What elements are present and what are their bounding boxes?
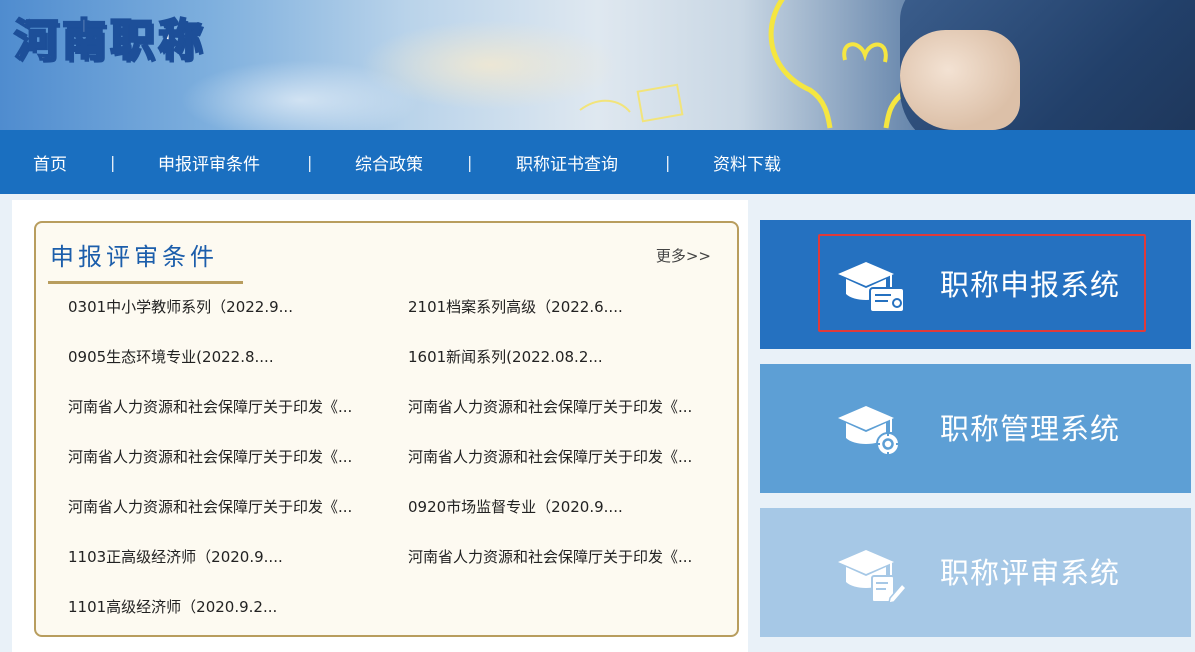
nav-item-downloads[interactable]: 资料下载 <box>713 150 781 175</box>
more-link[interactable]: 更多>> <box>656 245 711 266</box>
nav-item-certificate-query[interactable]: 职称证书查询 <box>516 150 618 175</box>
nav-item-review-conditions[interactable]: 申报评审条件 <box>158 150 260 175</box>
nav-item-home[interactable]: 首页 <box>33 150 67 175</box>
review-system-label: 职称评审系统 <box>940 556 1121 590</box>
list-item[interactable]: 河南省人力资源和社会保障厅关于印发《... <box>68 396 352 417</box>
list-item[interactable]: 0301中小学教师系列（2022.9... <box>68 296 293 317</box>
banner-decor <box>180 60 420 130</box>
panel-title: 申报评审条件 <box>50 243 218 271</box>
nav-separator: | <box>307 152 313 172</box>
management-system-label: 职称管理系统 <box>940 412 1121 446</box>
banner-decor <box>900 30 1020 130</box>
nav-separator: | <box>467 152 473 172</box>
declaration-system-label: 职称申报系统 <box>940 268 1121 302</box>
list-item[interactable]: 2101档案系列高级（2022.6.... <box>408 296 623 317</box>
nav-item-policies[interactable]: 综合政策 <box>355 150 423 175</box>
list-item[interactable]: 河南省人力资源和社会保障厅关于印发《... <box>408 396 692 417</box>
nav-separator: | <box>110 152 116 172</box>
list-item[interactable]: 河南省人力资源和社会保障厅关于印发《... <box>68 496 352 517</box>
review-system-button[interactable]: 职称评审系统 <box>760 508 1191 637</box>
list-item[interactable]: 河南省人力资源和社会保障厅关于印发《... <box>408 546 692 567</box>
graduation-cap-edit-icon <box>838 550 908 604</box>
graduation-cap-gear-icon <box>838 406 900 456</box>
list-item[interactable]: 河南省人力资源和社会保障厅关于印发《... <box>68 446 352 467</box>
list-item[interactable]: 1103正高级经济师（2020.9.... <box>68 546 283 567</box>
list-item[interactable]: 1601新闻系列(2022.08.2... <box>408 346 603 367</box>
list-item[interactable]: 1101高级经济师（2020.9.2... <box>68 596 277 617</box>
list-item[interactable]: 0920市场监督专业（2020.9.... <box>408 496 623 517</box>
review-conditions-panel: 申报评审条件 更多>> 0301中小学教师系列（2022.9... 2101档案… <box>34 221 739 637</box>
panel-title-underline <box>48 281 243 284</box>
declaration-system-button[interactable]: 职称申报系统 <box>760 220 1191 349</box>
main-nav: 首页 | 申报评审条件 | 综合政策 | 职称证书查询 | 资料下载 <box>0 130 1195 194</box>
list-item[interactable]: 0905生态环境专业(2022.8.... <box>68 346 274 367</box>
header-banner: 河南职称 <box>0 0 1195 130</box>
nav-separator: | <box>665 152 671 172</box>
management-system-button[interactable]: 职称管理系统 <box>760 364 1191 493</box>
site-title: 河南职称 <box>13 14 206 67</box>
graduation-cap-certificate-icon <box>838 262 905 313</box>
list-item[interactable]: 河南省人力资源和社会保障厅关于印发《... <box>408 446 692 467</box>
